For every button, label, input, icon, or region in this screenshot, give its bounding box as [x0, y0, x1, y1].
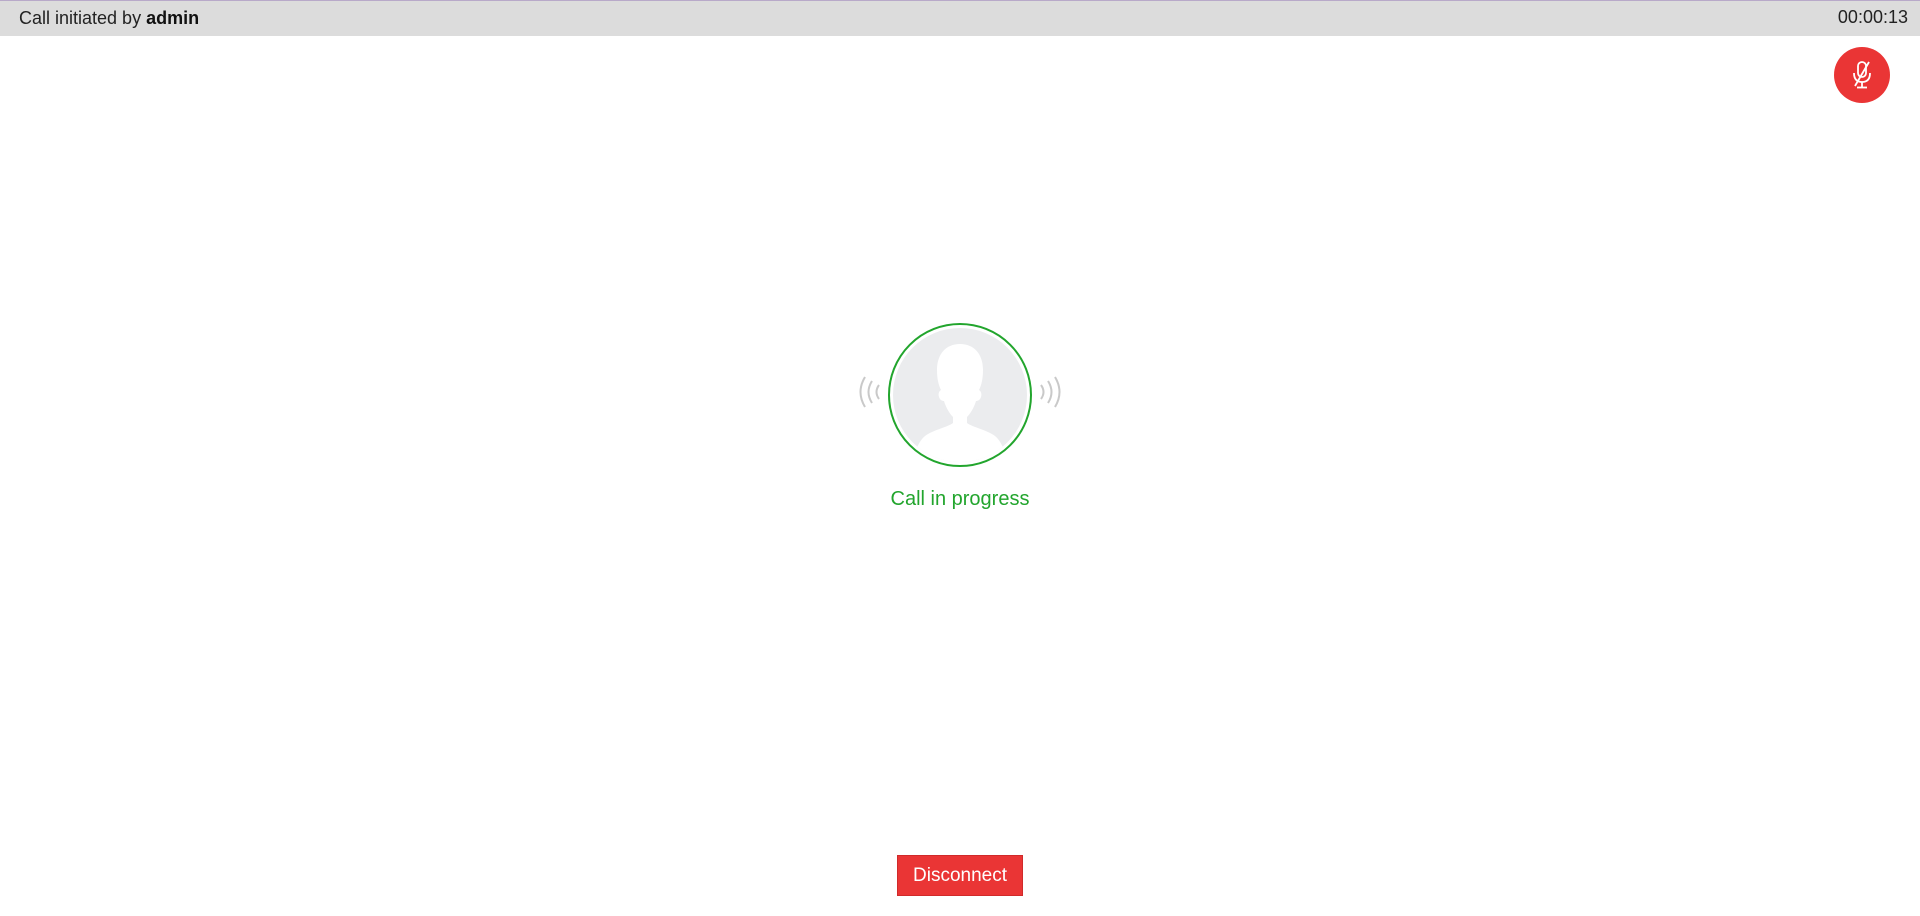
call-initiator-text: Call initiated by admin [19, 8, 199, 29]
person-silhouette-icon [913, 344, 1007, 462]
initiator-name: admin [146, 8, 200, 28]
call-screen: Call initiated by admin 00:00:13 Call in… [0, 0, 1920, 916]
sound-waves-left-icon [859, 376, 880, 408]
call-timer: 00:00:13 [1837, 7, 1908, 27]
mute-microphone-button[interactable] [1834, 47, 1890, 103]
initiated-prefix: Call initiated by [19, 8, 147, 28]
microphone-muted-icon [1853, 61, 1871, 89]
caller-avatar [888, 323, 1032, 467]
call-header-bar: Call initiated by admin 00:00:13 [0, 0, 1920, 36]
disconnect-button[interactable]: Disconnect [897, 855, 1023, 896]
avatar-background [893, 328, 1027, 462]
sound-waves-right-icon [1040, 376, 1061, 408]
call-status-text: Call in progress [890, 488, 1030, 510]
